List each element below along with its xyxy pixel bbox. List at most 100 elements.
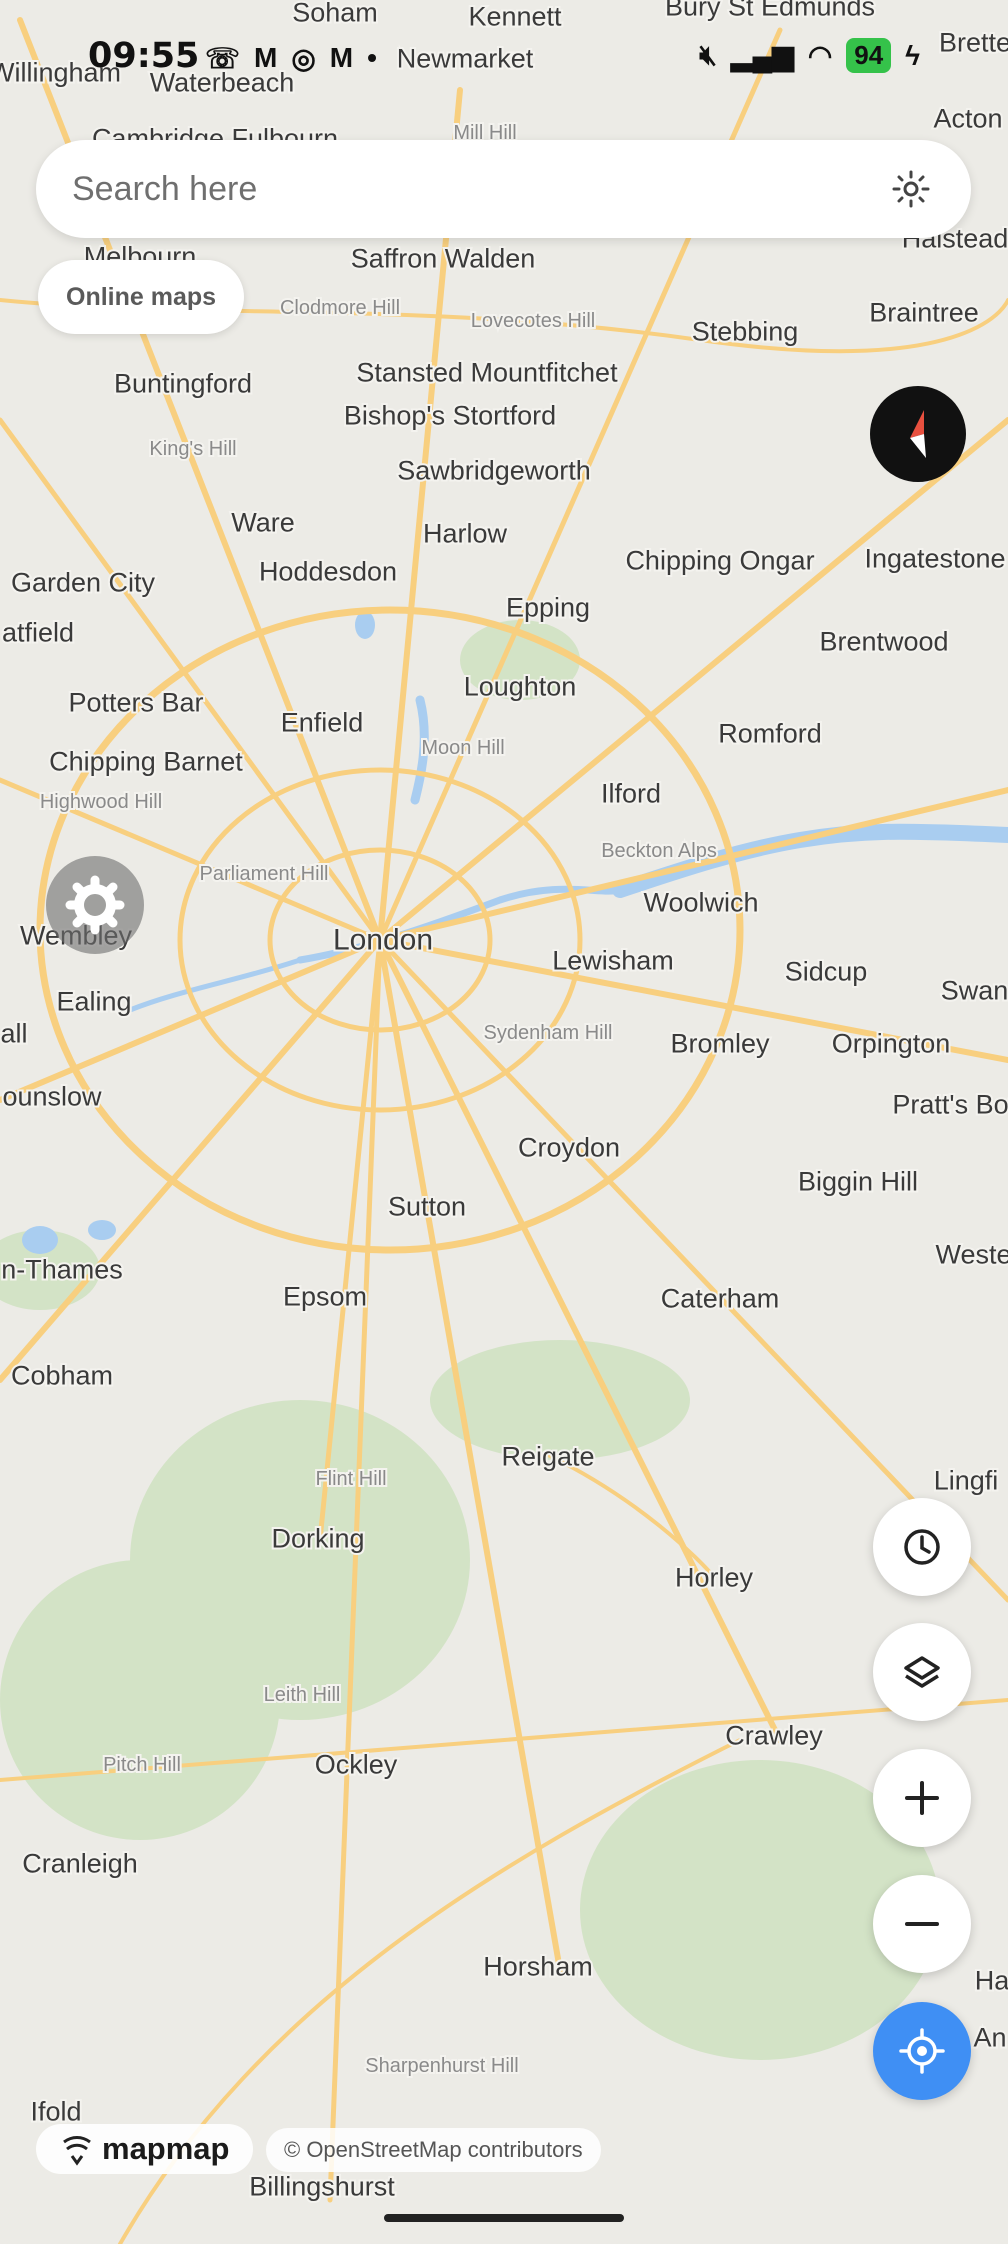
place-label[interactable]: n-Thames	[0, 1252, 125, 1286]
place-label[interactable]: Romford	[716, 716, 824, 750]
place-label[interactable]: Reigate	[499, 1439, 596, 1473]
place-label[interactable]: Ingatestone	[862, 541, 1007, 575]
place-label[interactable]: Garden City	[9, 565, 158, 599]
place-label[interactable]: Stebbing	[690, 314, 801, 348]
place-label[interactable]: Buntingford	[112, 366, 254, 400]
place-label[interactable]: Hoddesdon	[257, 554, 399, 588]
minus-icon	[905, 1922, 939, 1926]
place-label[interactable]: atfield	[0, 615, 76, 649]
place-label[interactable]: Cranleigh	[20, 1846, 140, 1880]
place-label[interactable]: Cobham	[9, 1358, 115, 1392]
location-dot-icon: •	[367, 42, 377, 73]
place-label[interactable]: Clodmore Hill	[278, 295, 402, 321]
place-label[interactable]: ounslow	[0, 1079, 104, 1113]
compass-icon	[910, 410, 926, 458]
compass-button[interactable]	[870, 386, 966, 482]
place-label[interactable]: Beckton Alps	[599, 838, 719, 864]
place-label[interactable]: Dorking	[269, 1521, 366, 1555]
place-label[interactable]: Ilford	[599, 776, 663, 810]
search-input[interactable]: Search here	[72, 170, 257, 209]
home-indicator[interactable]	[384, 2214, 624, 2222]
place-label[interactable]: Ha	[973, 1963, 1008, 1997]
place-label[interactable]: Chipping Ongar	[623, 543, 816, 577]
place-label[interactable]: Sydenham Hill	[482, 1020, 615, 1046]
place-label[interactable]: Ockley	[313, 1747, 400, 1781]
place-label[interactable]: Sidcup	[783, 954, 870, 988]
place-label[interactable]: Epping	[504, 590, 592, 624]
place-label[interactable]: Sutton	[386, 1189, 468, 1223]
place-label[interactable]: Ealing	[54, 984, 133, 1018]
brand-name: mapmap	[102, 2131, 230, 2166]
layers-icon	[904, 1656, 940, 1688]
clock-icon	[904, 1529, 940, 1565]
place-label[interactable]: Wester	[933, 1237, 1008, 1271]
gmail-icon: M	[329, 42, 354, 73]
place-label[interactable]: Potters Bar	[66, 685, 205, 719]
place-label[interactable]: Bishop's Stortford	[342, 398, 558, 432]
settings-sun-icon[interactable]	[891, 169, 931, 209]
charging-icon: ϟ	[905, 39, 920, 71]
status-bar: 09:55 ☏ M ◎ M • 🔇︎ ▂▄▆ ◠ 94 ϟ	[0, 0, 1008, 116]
place-label[interactable]: Epsom	[281, 1279, 369, 1313]
wifi-icon: ◠	[807, 40, 833, 71]
locate-me-button[interactable]	[873, 2002, 971, 2100]
place-label[interactable]: Leith Hill	[262, 1682, 343, 1708]
place-label[interactable]: Bromley	[668, 1026, 772, 1060]
mute-icon: 🔇︎	[699, 39, 717, 70]
place-label[interactable]: Loughton	[462, 669, 579, 703]
attribution[interactable]: © OpenStreetMap contributors	[266, 2128, 601, 2172]
place-label[interactable]: Billingshurst	[247, 2169, 397, 2203]
place-label[interactable]: An	[971, 2020, 1008, 2054]
place-label[interactable]: Pratt's Bott	[890, 1087, 1008, 1121]
map-canvas[interactable]: Soham Kennett Bury St EdmundsBretteWilling…	[0, 0, 1008, 2244]
place-label[interactable]: Lingfi	[932, 1463, 1001, 1497]
place-label[interactable]: Parliament Hill	[198, 861, 331, 887]
place-label[interactable]: Chipping Barnet	[47, 744, 245, 778]
zoom-out-button[interactable]	[873, 1875, 971, 1973]
place-label[interactable]: Sawbridgeworth	[395, 453, 593, 487]
place-label[interactable]: Orpington	[830, 1026, 953, 1060]
online-maps-chip[interactable]: Online maps	[38, 260, 245, 334]
signal-icon: ▂▄▆	[730, 40, 794, 71]
place-label[interactable]: Swanle	[939, 973, 1008, 1007]
place-label[interactable]: Woolwich	[641, 885, 760, 919]
place-label[interactable]: Crawley	[723, 1718, 825, 1752]
notification-icons: ☏ M ◎ M •	[205, 38, 377, 78]
place-label[interactable]: Enfield	[279, 705, 366, 739]
place-label[interactable]: Horley	[673, 1560, 756, 1594]
layers-button[interactable]	[873, 1623, 971, 1721]
zoom-in-button[interactable]	[873, 1749, 971, 1847]
place-label[interactable]: London	[331, 922, 435, 959]
place-label[interactable]: Moon Hill	[419, 735, 506, 761]
place-label[interactable]: Lewisham	[550, 943, 676, 977]
recent-button[interactable]	[873, 1498, 971, 1596]
place-label[interactable]: Stansted Mountfitchet	[354, 355, 620, 389]
place-label[interactable]: Ware	[229, 505, 297, 539]
mapmap-logo-icon	[63, 2136, 91, 2166]
place-label[interactable]: Ifold	[28, 2094, 83, 2128]
place-label[interactable]: Highwood Hill	[38, 789, 164, 815]
search-bar[interactable]: Search here	[36, 140, 971, 238]
place-label[interactable]: Braintree	[867, 295, 981, 329]
locate-icon	[899, 2028, 945, 2074]
gmail-icon: M	[254, 42, 278, 73]
place-label[interactable]: all	[0, 1016, 30, 1050]
place-label[interactable]: King's Hill	[147, 436, 238, 462]
place-label[interactable]: Pitch Hill	[101, 1752, 183, 1778]
place-label[interactable]: Biggin Hill	[796, 1164, 920, 1198]
place-label[interactable]: Harlow	[421, 516, 510, 550]
brand-logo[interactable]: mapmap	[36, 2124, 254, 2174]
place-label[interactable]: Caterham	[659, 1281, 782, 1315]
place-label[interactable]: Lovecotes Hill	[469, 308, 598, 334]
place-label[interactable]: Croydon	[516, 1130, 622, 1164]
battery-icon: 94	[846, 38, 892, 73]
status-time: 09:55	[88, 36, 200, 76]
place-label[interactable]: Brentwood	[817, 624, 950, 658]
place-label[interactable]: Sharpenhurst Hill	[363, 2053, 520, 2079]
place-label[interactable]: Flint Hill	[313, 1466, 388, 1492]
gear-icon	[65, 875, 125, 935]
map-settings-button[interactable]	[46, 856, 144, 954]
place-label[interactable]: Horsham	[481, 1949, 595, 1983]
system-icons: 🔇︎ ▂▄▆ ◠ 94 ϟ	[699, 38, 920, 73]
place-label[interactable]: Saffron Walden	[349, 241, 538, 275]
